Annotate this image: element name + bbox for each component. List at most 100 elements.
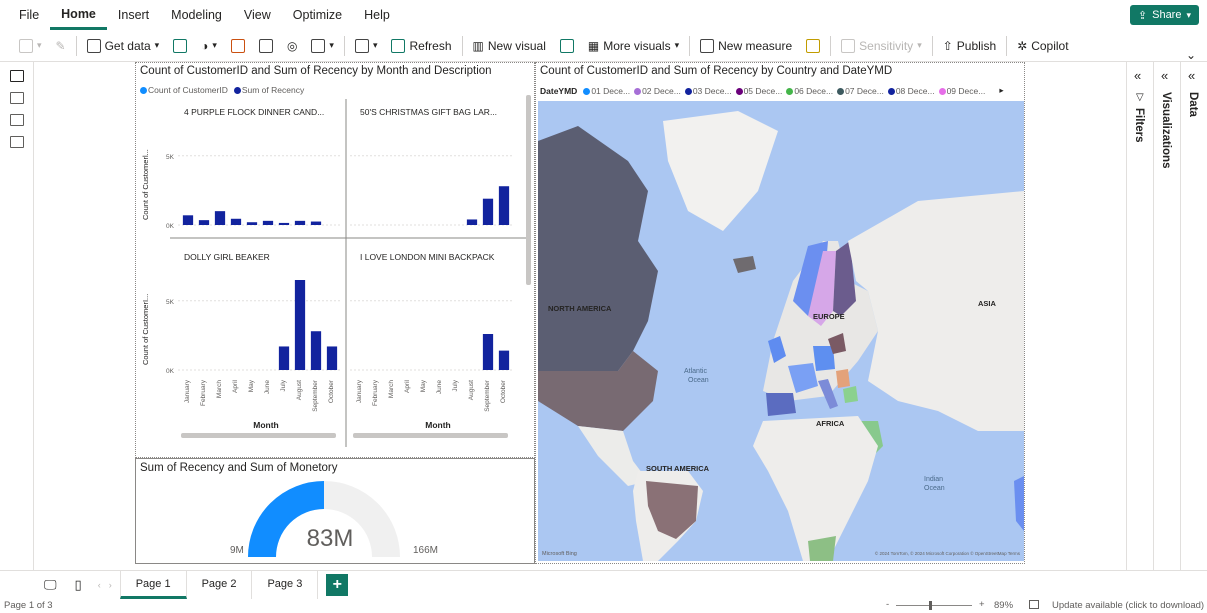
legend-item[interactable]: 09 Dece... [938,86,985,96]
report-canvas[interactable]: Count of CustomerID and Sum of Recency b… [34,62,1126,570]
legend-item[interactable]: 01 Dece... [583,86,630,96]
desktop-layout-icon[interactable]: 🖵 [44,577,57,593]
menu-home[interactable]: Home [50,0,107,30]
enter-data-button[interactable] [252,33,280,59]
legend-next-icon[interactable]: ▸ [999,85,1003,96]
bar[interactable] [182,215,194,225]
legend-title: DateYMD [540,85,578,96]
text-box-button[interactable] [553,33,581,59]
new-measure-button[interactable]: New measure [693,33,799,59]
bar[interactable] [498,350,510,370]
map[interactable]: NORTH AMERICA EUROPE ASIA AFRICA SOUTH A… [538,101,1024,561]
more-visuals-button[interactable]: ▦ More visuals ▾ [581,33,686,59]
legend-item[interactable]: Sum of Recency [233,85,304,95]
tab-next-icon[interactable]: › [109,580,112,590]
vertical-scrollbar[interactable] [526,95,531,285]
region-greece[interactable] [843,386,858,403]
model-view-icon[interactable] [10,114,24,126]
bar[interactable] [310,221,322,225]
tab-prev-icon[interactable]: ‹ [98,580,101,590]
legend-item[interactable]: 07 Dece... [837,86,884,96]
get-data-button[interactable]: Get data ▾ [80,33,167,59]
zoom-level[interactable]: 89% [994,600,1013,611]
onelake-button[interactable]: ◑ ▾ [194,33,224,59]
filters-pane[interactable]: « ▽ Filters [1126,62,1153,570]
zoom-slider-thumb[interactable] [929,601,932,610]
chevron-down-icon: ▾ [1186,9,1191,20]
menu-insert[interactable]: Insert [107,0,160,30]
bar[interactable] [246,222,258,225]
region-spain[interactable] [766,393,796,416]
transform-data-button[interactable]: ▾ [348,33,385,59]
map-visual[interactable]: Count of CustomerID and Sum of Recency b… [535,62,1025,564]
menu-file[interactable]: File [8,0,50,30]
menu-modeling[interactable]: Modeling [160,0,233,30]
recent-sources-button[interactable]: ▾ [304,33,341,59]
legend-item[interactable]: 02 Dece... [634,86,681,96]
legend-item[interactable]: 06 Dece... [786,86,833,96]
mobile-layout-icon[interactable]: ▯ [75,577,82,593]
excel-button[interactable] [166,33,194,59]
bar[interactable] [278,222,290,225]
page-tab-3[interactable]: Page 3 [252,570,319,599]
visualizations-pane[interactable]: « Visualizations [1153,62,1180,570]
sensitivity-button[interactable]: Sensitivity ▾ [834,33,929,59]
bar[interactable] [294,220,306,225]
bar[interactable] [482,334,494,370]
gauge-visual[interactable]: Sum of Recency and Sum of Monetory 9M 83… [135,458,535,564]
map-attribution[interactable]: © 2024 TomTom, © 2024 Microsoft Corporat… [875,550,1021,556]
update-notice[interactable]: Update available (click to download) [1052,600,1204,611]
menu-view[interactable]: View [233,0,282,30]
bar[interactable] [278,346,290,370]
region-austria[interactable] [836,369,850,388]
menu-help[interactable]: Help [353,0,401,30]
table-view-icon[interactable] [10,92,24,104]
share-button[interactable]: ⇪ Share ▾ [1129,5,1199,25]
horizontal-scrollbar[interactable] [353,433,508,438]
page-tab-1[interactable]: Page 1 [119,570,187,599]
bar[interactable] [294,280,306,370]
bar[interactable] [310,331,322,370]
data-pane[interactable]: « Data [1180,62,1207,570]
copilot-button[interactable]: ✲ Copilot [1010,33,1075,59]
fit-to-page-icon[interactable] [1029,600,1039,609]
zoom-slider[interactable] [896,605,972,606]
bar[interactable] [198,220,210,225]
legend-item[interactable]: 03 Dece... [684,86,732,96]
bar[interactable] [230,218,242,225]
page-tab-2[interactable]: Page 2 [187,570,253,599]
dax-query-view-icon[interactable] [10,136,24,148]
right-panes: « ▽ Filters « Visualizations « Data [1126,62,1207,570]
publish-button[interactable]: ⇧ Publish [936,33,1003,59]
refresh-button[interactable]: Refresh [384,33,458,59]
horizontal-scrollbar[interactable] [181,433,336,438]
report-view-icon[interactable] [10,70,24,82]
chevron-left-icon[interactable]: « [1188,68,1195,83]
bar[interactable] [498,186,510,225]
zoom-in-button[interactable]: + [979,599,985,610]
menu-optimize[interactable]: Optimize [282,0,353,30]
add-page-button[interactable]: + [326,573,349,596]
chevron-down-icon: ▾ [212,40,217,50]
bar[interactable] [262,220,274,225]
paste-button[interactable]: ▾ [12,33,49,59]
legend-item[interactable]: 05 Dece... [735,86,782,96]
chevron-left-icon[interactable]: « [1134,68,1141,83]
bar[interactable] [214,211,226,225]
small-multiples-visual[interactable]: Count of CustomerID and Sum of Recency b… [135,62,535,458]
zoom-out-button[interactable]: - [886,599,889,610]
sensitivity-icon [841,38,856,53]
label-atlantic: Atlantic [684,368,707,375]
new-visual-button[interactable]: ▥ New visual [466,33,553,59]
bar[interactable] [482,198,494,225]
bar[interactable] [326,346,338,370]
format-painter-button[interactable]: ✎ [49,33,73,59]
bar[interactable] [466,219,478,225]
sql-button[interactable] [224,33,252,59]
chevron-left-icon[interactable]: « [1161,68,1168,83]
legend-item[interactable]: Count of CustomerID [140,85,228,95]
dataverse-button[interactable]: ◎ [280,33,304,59]
quick-measure-button[interactable] [799,33,827,59]
legend-marker [684,87,692,95]
legend-item[interactable]: 08 Dece... [887,86,935,96]
